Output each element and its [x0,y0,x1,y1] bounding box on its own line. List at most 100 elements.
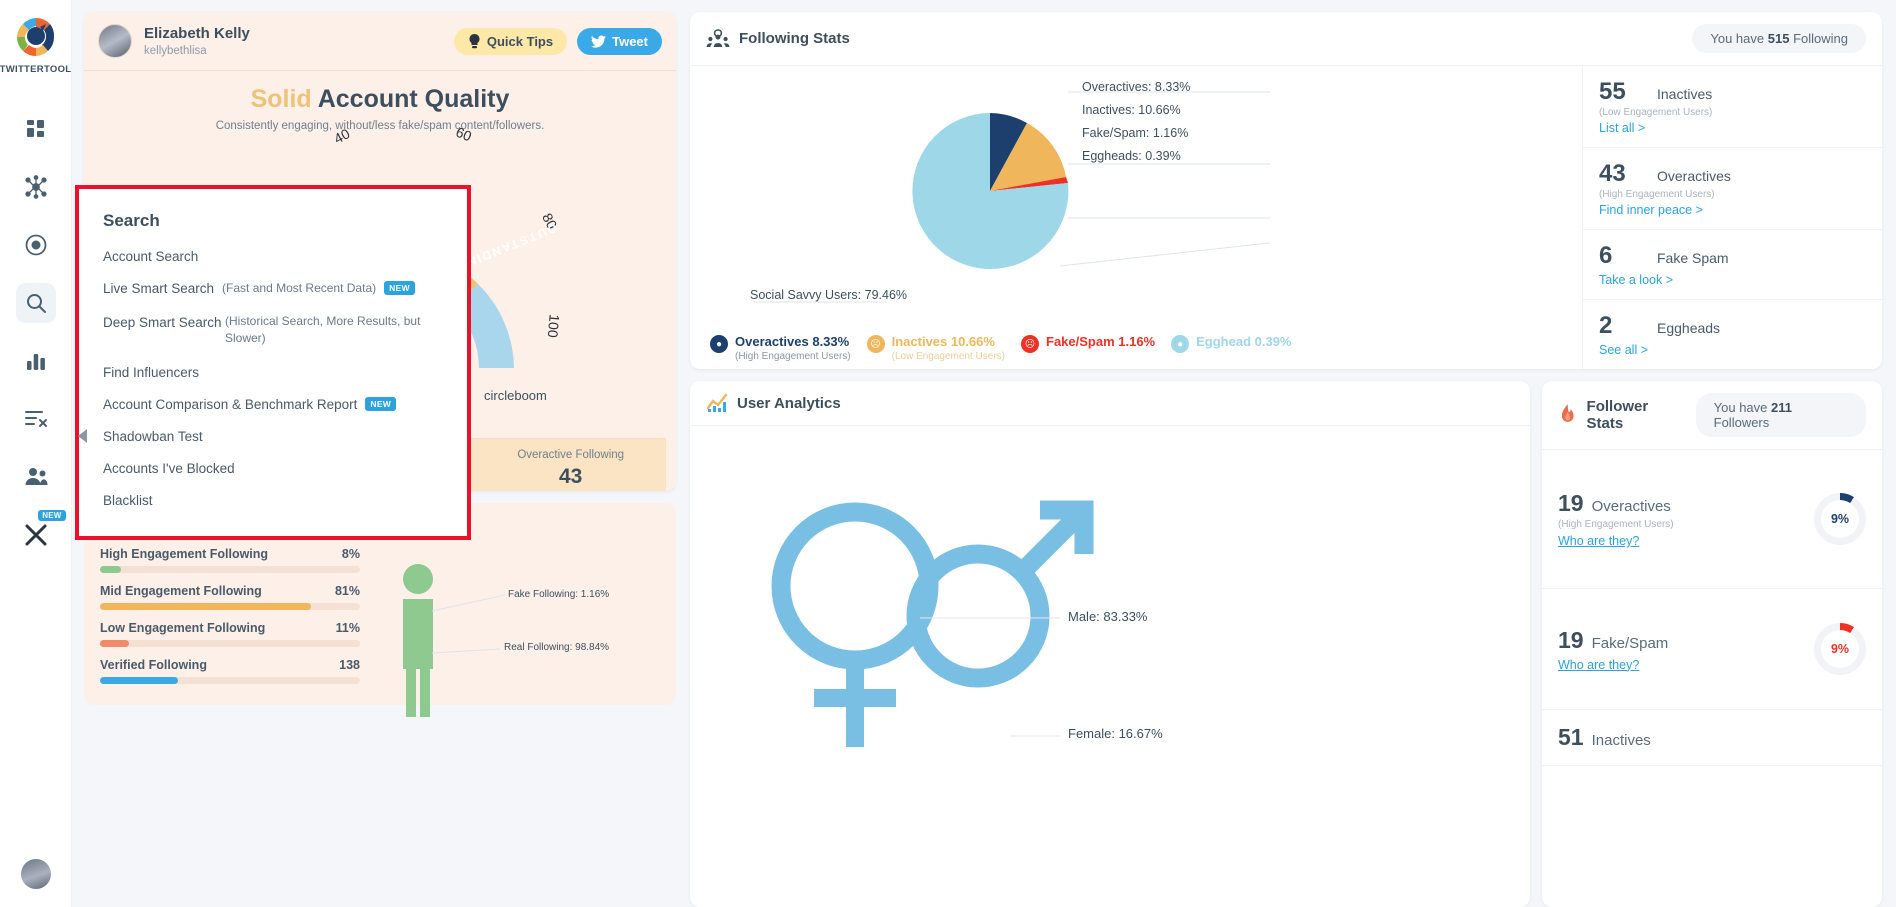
popup-arrow-icon [78,429,87,443]
menu-note: (Historical Search, More Results, but Sl… [225,313,443,348]
fs-link-find-inner-peace[interactable]: Find inner peace > [1599,203,1866,217]
legend-label: Inactives 10.66% [892,334,1005,349]
fs-count: 6 [1599,242,1641,270]
fs-link-take-a-look[interactable]: Take a look > [1599,273,1866,287]
sidebar-item-target[interactable] [16,225,56,265]
chip-suffix: Followers [1714,415,1770,430]
legend-item-egghead: ● Egghead 0.39% [1171,334,1291,353]
follower-link-who-are-they[interactable]: Who are they? [1558,658,1814,672]
pie-label-inactives: Inactives: 10.66% [1082,103,1181,117]
logo-icon [13,14,59,60]
bar-chart-icon [25,350,47,372]
bar-label: Low Engagement Following [100,621,265,635]
watermark: circleboom [484,388,547,403]
menu-label: Shadowban Test [103,429,203,444]
new-badge: NEW [365,397,396,411]
follower-count: 19 [1558,490,1584,517]
quality-title-accent: Solid [251,85,312,113]
chip-value: 515 [1768,31,1790,46]
tweet-button[interactable]: Tweet [577,28,662,55]
grid-icon [25,118,47,140]
fs-link-see-all[interactable]: See all > [1599,343,1866,357]
flame-icon [1558,404,1578,426]
sidebar-item-unfollow[interactable] [16,399,56,439]
chip-prefix: You have [1714,400,1768,415]
sidebar-item-search[interactable] [16,283,56,323]
menu-label: Account Comparison & Benchmark Report [103,397,357,412]
legend-label: Fake/Spam 1.16% [1046,334,1155,349]
search-menu-item-account-comparison[interactable]: Account Comparison & Benchmark Report NE… [103,397,443,412]
fs-count: 43 [1599,160,1641,188]
follower-name: Fake/Spam [1592,635,1669,652]
follower-stats-card: Follower Stats You have 211 Followers 19… [1542,381,1882,907]
profile-handle: kellybethlisa [144,45,250,57]
menu-label: Account Search [103,249,198,264]
tweet-label: Tweet [612,34,648,49]
bar-value: 138 [339,658,360,672]
following-stats-header: Following Stats You have 515 Following [690,12,1882,66]
bar-label: Verified Following [100,658,207,672]
follower-stats-title: Follower Stats [1587,398,1687,432]
follower-name: Inactives [1592,732,1651,749]
new-badge: NEW [384,281,415,295]
bar-track [100,677,360,684]
search-icon [25,292,47,314]
quick-tips-label: Quick Tips [487,34,553,49]
fs-name: Overactives [1657,168,1731,184]
twitter-bird-icon [591,35,606,48]
search-menu-item-shadowban-test[interactable]: Shadowban Test [103,429,443,444]
fc-bar-list: High Engagement Following 8% Mid Engagem… [100,547,360,695]
user-analytics-card: User Analytics Male: [690,381,1530,907]
search-menu-item-blacklist[interactable]: Blacklist [103,493,443,508]
menu-label: Find Influencers [103,365,199,380]
network-icon [24,175,48,199]
sidebar-nav: NEW [16,109,56,555]
bar-row: Verified Following 138 [100,658,360,684]
male-percentage-label: Male: 83.33% [1068,609,1148,624]
menu-label: Accounts I've Blocked [103,461,235,476]
bar-fill [100,603,311,610]
search-menu-item-accounts-blocked[interactable]: Accounts I've Blocked [103,461,443,476]
brand-logo[interactable]: TWITTERTOOL [0,14,71,75]
sidebar-item-dashboard[interactable] [16,109,56,149]
brand-name: TWITTERTOOL [0,64,71,75]
fs-link-list-all[interactable]: List all > [1599,121,1866,135]
target-icon [24,233,48,257]
search-menu-item-find-influencers[interactable]: Find Influencers [103,365,443,380]
bar-fill [100,677,178,684]
x-icon [25,524,47,546]
bar-track [100,640,360,647]
sidebar-item-network[interactable] [16,167,56,207]
fs-count: 2 [1599,312,1641,340]
menu-label: Blacklist [103,493,153,508]
fs-item-fake-spam: 6 Fake Spam Take a look > [1583,230,1882,300]
user-analytics-header: User Analytics [690,381,1530,426]
bar-value: 11% [336,621,360,635]
quick-tips-button[interactable]: Quick Tips [454,28,567,55]
follower-item-fake-spam: 19 Fake/Spam Who are they? 9% [1542,589,1882,710]
quality-subtitle: Consistently engaging, without/less fake… [94,120,666,132]
bar-track [100,566,360,573]
fs-item-inactives: 55 Inactives (Low Engagement Users) List… [1583,66,1882,148]
sidebar-item-x-platform[interactable]: NEW [16,515,56,555]
search-menu-item-live-smart-search[interactable]: Live Smart Search (Fast and Most Recent … [103,281,443,296]
app-root: TWITTERTOOL [0,0,1896,907]
sidebar-new-badge: NEW [38,510,65,521]
search-menu-item-deep-smart-search[interactable]: Deep Smart Search (Historical Search, Mo… [103,313,443,348]
follower-sub: (High Engagement Users) [1558,519,1814,530]
bar-fill [100,640,129,647]
follower-link-who-are-they[interactable]: Who are they? [1558,534,1814,548]
female-percentage-label: Female: 16.67% [1068,726,1163,741]
pie-label-social-savvy: Social Savvy Users: 79.46% [750,288,907,302]
sidebar: TWITTERTOOL [0,0,72,907]
right-column: Following Stats You have 515 Following [690,12,1882,907]
sidebar-item-people[interactable] [16,457,56,497]
chip-value: 211 [1771,400,1792,415]
user-avatar[interactable] [21,859,51,889]
search-menu-item-account-search[interactable]: Account Search [103,249,443,264]
chip-prefix: You have [1710,31,1764,46]
search-panel-title: Search [103,211,443,231]
legend-sub: (Low Engagement Users) [892,351,1005,362]
overactive-icon: ● [710,335,728,353]
sidebar-item-analytics[interactable] [16,341,56,381]
